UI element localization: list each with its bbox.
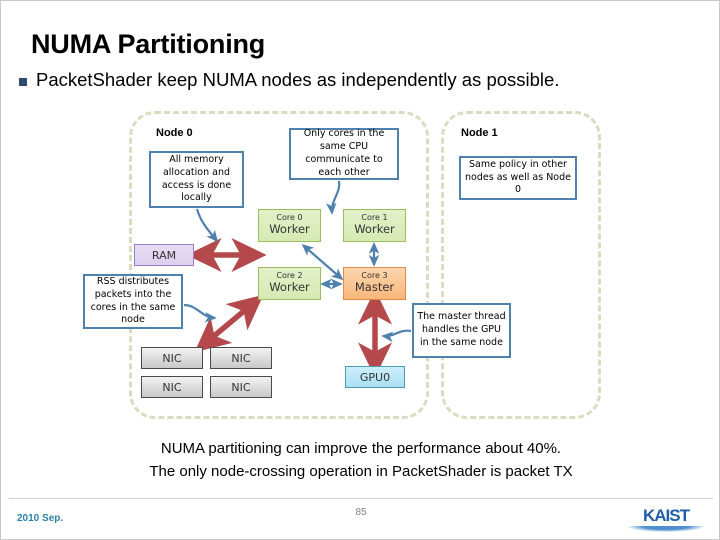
slide: NUMA Partitioning PacketShader keep NUMA… xyxy=(0,0,720,540)
nic-box: NIC xyxy=(210,376,272,398)
gpu-box: GPU0 xyxy=(345,366,405,388)
core-role-1: Worker xyxy=(354,222,395,237)
master-callout-leader xyxy=(381,329,412,343)
core-box-2: Core 2 Worker xyxy=(258,267,321,300)
callout-node1-policy: Same policy in other nodes as well as No… xyxy=(459,156,577,200)
cores-callout-leader xyxy=(326,180,341,215)
footer-page-number: 85 xyxy=(355,507,367,518)
callout-rss: RSS distributes packets into the cores i… xyxy=(83,274,183,329)
core-box-0: Core 0 Worker xyxy=(258,209,321,242)
kaist-logo: KAIST xyxy=(627,507,705,533)
core-box-1: Core 1 Worker xyxy=(343,209,406,242)
callout-core-communication: Only cores in the same CPU communicate t… xyxy=(289,128,399,180)
nic-box: NIC xyxy=(141,347,203,369)
square-bullet-icon xyxy=(19,78,27,86)
footer-divider xyxy=(9,498,713,499)
bullet-line: PacketShader keep NUMA nodes as independ… xyxy=(19,69,559,90)
core-role-0: Worker xyxy=(269,222,310,237)
node0-label: Node 0 xyxy=(156,127,193,139)
conclusion-line-1: NUMA partitioning can improve the perfor… xyxy=(160,440,562,457)
kaist-logo-text: KAIST xyxy=(643,506,690,525)
conclusion-line-2: The only node-crossing operation in Pack… xyxy=(149,463,573,481)
node1-label: Node 1 xyxy=(461,127,498,139)
core-role-3: Master xyxy=(354,280,395,295)
memory-callout-leader xyxy=(195,208,219,243)
rss-callout-leader xyxy=(183,303,217,323)
core-role-2: Worker xyxy=(269,280,310,295)
core-box-3: Core 3 Master xyxy=(343,267,406,300)
nic-box: NIC xyxy=(210,347,272,369)
nic-box: NIC xyxy=(141,376,203,398)
callout-memory-policy: All memory allocation and access is done… xyxy=(149,151,244,208)
bullet-text: PacketShader keep NUMA nodes as independ… xyxy=(36,69,560,90)
kaist-logo-swoosh-icon xyxy=(627,526,705,532)
nic-core-arrow xyxy=(194,294,264,353)
page-title: NUMA Partitioning xyxy=(31,29,266,59)
numa-diagram: Node 0 Node 1 All memory allocation and … xyxy=(1,101,720,431)
conclusion-text: NUMA partitioning can improve the perfor… xyxy=(1,437,720,484)
ram-box: RAM xyxy=(134,244,194,266)
callout-master-gpu: The master thread handles the GPU in the… xyxy=(412,303,511,358)
